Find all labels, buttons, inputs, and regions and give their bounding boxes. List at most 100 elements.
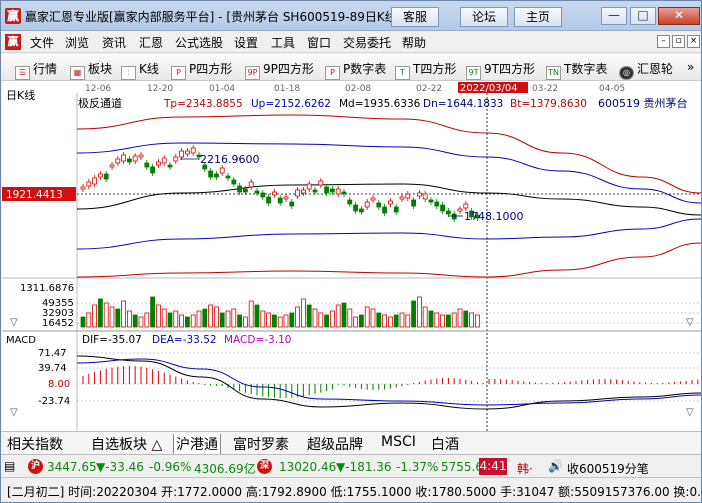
- toolbar-9t-square[interactable]: 9T 9T四方形: [466, 60, 535, 80]
- tab-custom-sector[interactable]: 自选板块 △: [91, 434, 162, 454]
- bottom-channel-line: [76, 242, 702, 278]
- volume-bar: [179, 314, 185, 328]
- toolbar-more-button[interactable]: »: [687, 60, 694, 74]
- toolbar-p-table[interactable]: P P数字表: [325, 60, 386, 80]
- menu-window[interactable]: 窗口: [307, 34, 331, 51]
- volume-bars-group: [80, 296, 480, 328]
- volume-bar: [231, 308, 237, 328]
- collapse-volume-icon[interactable]: ▽: [10, 317, 18, 328]
- candle: [283, 196, 289, 200]
- candle: [225, 175, 231, 179]
- menu-settings[interactable]: 设置: [234, 34, 258, 51]
- home-button[interactable]: 主页: [514, 7, 562, 27]
- menu-trade[interactable]: 交易委托: [343, 34, 391, 51]
- volume-bar: [300, 298, 306, 328]
- kline-chart-panel[interactable]: 12-06 12-20 01-04 01-18 02-08 02-22 03-22 04-05…: [2, 81, 702, 431]
- alert-icon[interactable]: 🔊: [548, 459, 563, 473]
- param-dn: Dn=1644.1833: [423, 98, 503, 110]
- menu-file[interactable]: 文件: [30, 34, 54, 51]
- alert-text[interactable]: 收600519分笔: [567, 460, 649, 477]
- volume-bar: [335, 304, 341, 328]
- candle: [364, 201, 370, 208]
- candle: [434, 201, 440, 207]
- collapse-macd-icon[interactable]: ▽: [10, 407, 18, 418]
- tab-msci[interactable]: MSCI: [381, 434, 416, 450]
- customer-service-button[interactable]: 客服: [391, 7, 439, 27]
- sh-index: 3447.65: [47, 460, 97, 474]
- volume-bar: [295, 306, 301, 328]
- volume-bar: [451, 312, 457, 328]
- volume-bar: [98, 298, 103, 328]
- minimize-button[interactable]: —: [601, 7, 627, 25]
- sector-icon: ▦: [70, 66, 85, 80]
- volume-bar: [358, 314, 364, 328]
- tab-hk-connect[interactable]: 沪港通: [173, 434, 221, 454]
- volume-bar: [387, 316, 393, 328]
- candle: [115, 158, 121, 164]
- candle: [387, 200, 393, 205]
- collapse-macd-icon-right[interactable]: ▽: [686, 407, 694, 418]
- date-tick: 02-08: [345, 84, 371, 94]
- stock-name: 600519 贵州茅台: [598, 96, 688, 110]
- volume-bar: [329, 310, 335, 328]
- kline-chart-svg[interactable]: 12-06 12-20 01-04 01-18 02-08 02-22 03-22 04-05…: [2, 81, 702, 431]
- maximize-button[interactable]: □: [630, 7, 656, 25]
- forum-button[interactable]: 论坛: [460, 7, 508, 27]
- volume-bar: [469, 312, 475, 328]
- mdi-close-button[interactable]: ×: [687, 35, 700, 48]
- candle: [335, 188, 341, 195]
- candle: [324, 186, 330, 194]
- volume-bar: [283, 314, 289, 328]
- volume-bar: [289, 312, 295, 328]
- volume-bar: [266, 312, 272, 328]
- volume-bar: [445, 314, 451, 328]
- toolbar-wheel[interactable]: ◎ 汇恩轮: [619, 60, 673, 80]
- candle: [109, 164, 115, 168]
- sz-badge[interactable]: 深: [257, 459, 272, 474]
- volume-bar: [225, 310, 231, 328]
- toolbar-9p-square[interactable]: 9P 9P四方形: [245, 60, 314, 80]
- sh-badge[interactable]: 沪: [28, 459, 43, 474]
- tab-liquor[interactable]: 白酒: [431, 434, 459, 454]
- toolbar-sector[interactable]: ▦ 板块: [70, 60, 112, 80]
- volume-bar: [393, 314, 399, 328]
- candle: [457, 208, 463, 212]
- sz-change: ▼-181.36: [336, 460, 392, 474]
- volume-bar: [248, 300, 254, 328]
- volume-bar: [254, 304, 260, 328]
- mdi-restore-button[interactable]: ▫: [672, 35, 685, 48]
- toolbar-t-square[interactable]: T T四方形: [395, 60, 456, 80]
- menu-news[interactable]: 资讯: [102, 34, 126, 51]
- toolbar: ☰ 行情 ▦ 板块 ⫶ K线 P P四方形 9P 9P四方形 P P数字表 T T四方形 9T…: [1, 54, 701, 81]
- toolbar-quote[interactable]: ☰ 行情: [15, 60, 57, 80]
- p-square-icon: P: [171, 66, 186, 80]
- toolbar-t-square-label: T四方形: [413, 62, 457, 76]
- param-tp: Tp=2343.8855: [163, 98, 243, 110]
- toolbar-t-table[interactable]: TN T数字表: [546, 60, 607, 80]
- menu-huien[interactable]: 汇恩: [139, 34, 163, 51]
- mdi-minimize-button[interactable]: –: [657, 35, 670, 48]
- toolbar-kline[interactable]: ⫶ K线: [121, 60, 159, 80]
- tab-ftse-russell[interactable]: 富时罗素: [233, 434, 289, 454]
- macd-value: MACD=-3.10: [224, 334, 291, 346]
- volume-bar: [80, 316, 86, 328]
- menu-formula-select[interactable]: 公式选股: [175, 34, 223, 51]
- candle: [242, 188, 248, 193]
- tab-related-index[interactable]: 相关指数: [7, 434, 63, 454]
- upper-channel-line: [76, 114, 702, 194]
- volume-bar: [353, 316, 359, 328]
- menu-help[interactable]: 帮助: [402, 34, 426, 51]
- toolbar-t-table-label: T数字表: [564, 62, 608, 76]
- tab-super-brand[interactable]: 超级品牌: [307, 434, 363, 454]
- close-button[interactable]: ✕: [658, 7, 700, 25]
- toolbar-p-square[interactable]: P P四方形: [171, 60, 232, 80]
- macd-axis-3: 8.00: [48, 379, 70, 390]
- param-bt: Bt=1379.8630: [510, 98, 587, 110]
- menu-browse[interactable]: 浏览: [65, 34, 89, 51]
- collapse-volume-icon-right[interactable]: ▽: [686, 317, 694, 328]
- menu-tools[interactable]: 工具: [271, 34, 295, 51]
- status-list-icon[interactable]: ▤: [4, 459, 15, 473]
- volume-bar: [277, 316, 283, 328]
- sh-pct: -0.96%: [149, 460, 192, 474]
- toolbar-9t-square-label: 9T四方形: [484, 62, 535, 76]
